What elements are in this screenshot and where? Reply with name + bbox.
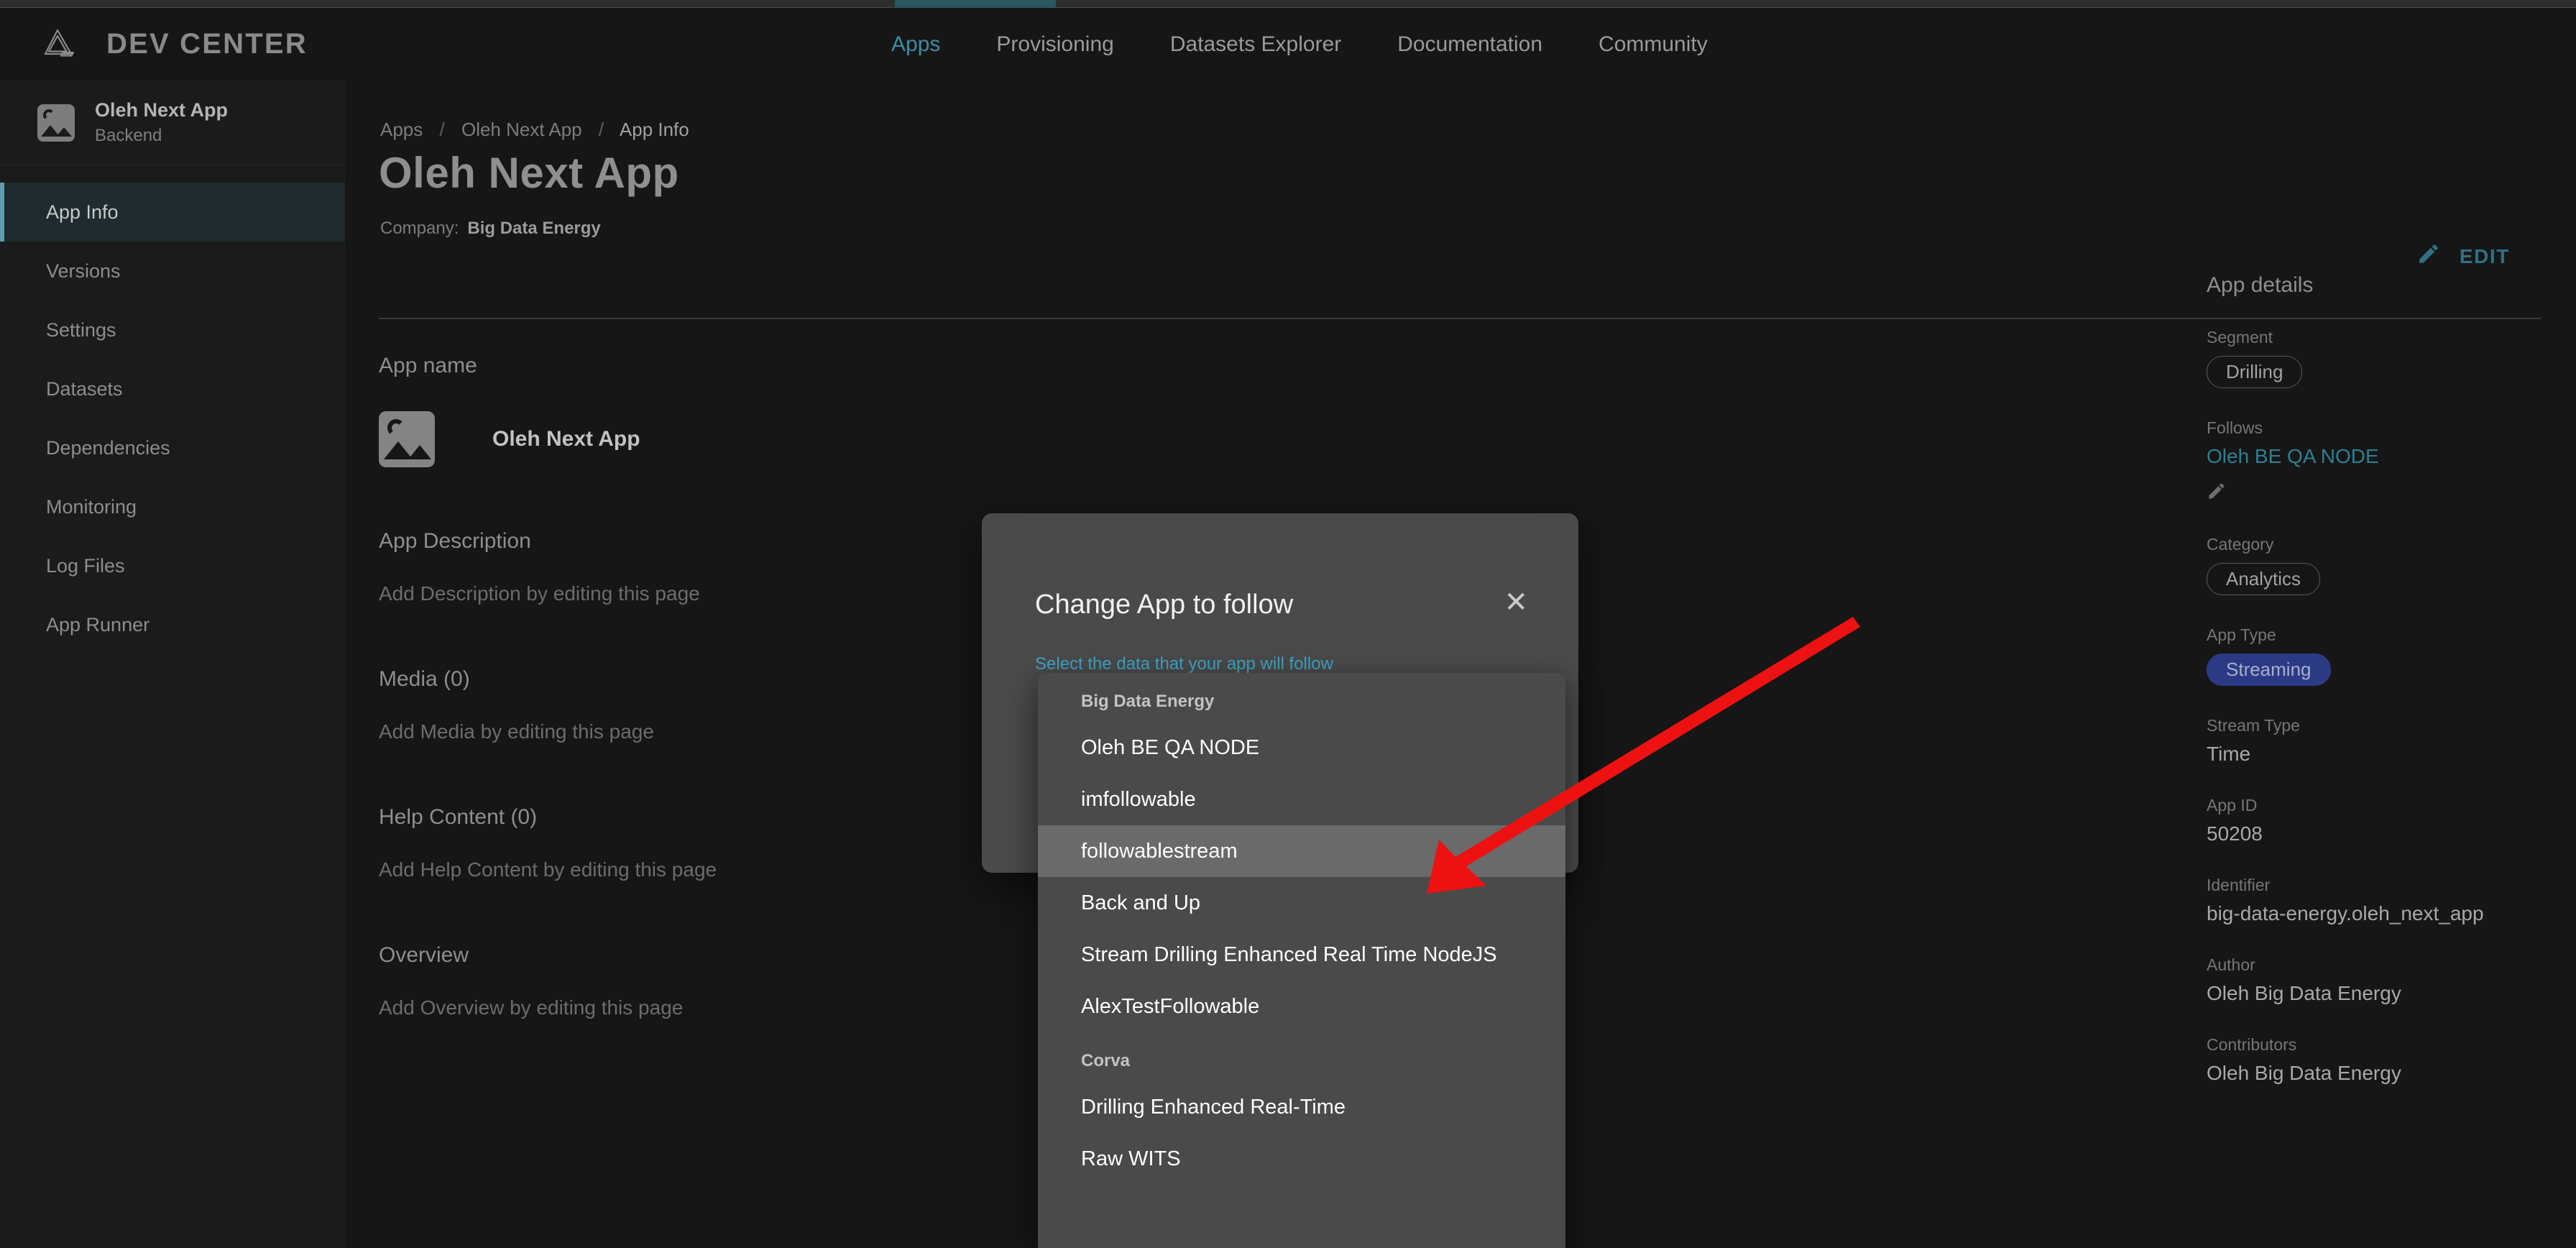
- company-line: Company: Big Data Energy: [380, 219, 601, 239]
- dropdown-item-back-and-up[interactable]: Back and Up: [1038, 877, 1565, 929]
- sidebar-nav: App Info Versions Settings Datasets Depe…: [0, 165, 345, 654]
- corva-triangle-logo-icon: [37, 24, 79, 65]
- sidebar-item-log-files[interactable]: Log Files: [0, 536, 345, 595]
- detail-follows: Follows Oleh BE QA NODE: [2207, 418, 2523, 505]
- app-type-chip: Streaming: [2207, 653, 2331, 686]
- detail-value: big-data-energy.oleh_next_app: [2207, 902, 2484, 924]
- pencil-icon[interactable]: [2207, 481, 2523, 505]
- dropdown-item-stream-drilling-enhanced-real-time-nodejs[interactable]: Stream Drilling Enhanced Real Time NodeJ…: [1038, 929, 1565, 981]
- topnav-item-apps[interactable]: Apps: [891, 32, 940, 57]
- sidebar-item-settings[interactable]: Settings: [0, 300, 345, 359]
- app-name-label: App name: [379, 354, 477, 377]
- sidebar: Oleh Next App Backend App Info Versions …: [0, 81, 345, 1248]
- detail-app-type: App Type Streaming: [2207, 625, 2523, 686]
- topnav-item-documentation[interactable]: Documentation: [1397, 32, 1542, 57]
- company-value: Big Data Energy: [467, 219, 601, 238]
- detail-label: Author: [2207, 955, 2255, 974]
- brand-title: DEV CENTER: [106, 28, 308, 60]
- segment-chip: Drilling: [2207, 356, 2303, 388]
- breadcrumb-item-app-info: App Info: [619, 119, 689, 140]
- detail-label: Stream Type: [2207, 716, 2300, 735]
- dropdown-group-label-corva: Corva: [1081, 1051, 1131, 1070]
- sidebar-item-label: Datasets: [46, 377, 123, 400]
- edit-button[interactable]: EDIT: [2416, 242, 2510, 271]
- topnav-item-provisioning[interactable]: Provisioning: [996, 32, 1113, 57]
- breadcrumb-separator: /: [598, 119, 604, 140]
- sidebar-item-label: App Info: [46, 201, 119, 223]
- company-label: Company:: [380, 219, 459, 238]
- detail-category: Category Analytics: [2207, 535, 2523, 595]
- breadcrumb-item-apps[interactable]: Apps: [380, 119, 423, 140]
- topnav-item-datasets-explorer[interactable]: Datasets Explorer: [1170, 32, 1341, 57]
- sidebar-item-label: Log Files: [46, 554, 125, 577]
- follow-app-dropdown-list[interactable]: Big Data Energy Oleh BE QA NODE imfollow…: [1038, 673, 1565, 1248]
- sidebar-item-label: Versions: [46, 260, 121, 282]
- detail-identifier: Identifier big-data-energy.oleh_next_app: [2207, 876, 2523, 925]
- top-header: DEV CENTER Apps Provisioning Datasets Ex…: [0, 8, 2576, 81]
- dropdown-group-label-big-data-energy: Big Data Energy: [1081, 692, 1215, 711]
- breadcrumb-item-oleh-next-app[interactable]: Oleh Next App: [461, 119, 582, 140]
- app-name-value: Oleh Next App: [492, 427, 640, 451]
- pencil-icon: [2416, 242, 2441, 271]
- sidebar-item-label: Settings: [46, 318, 116, 341]
- sidebar-item-label: Monitoring: [46, 495, 137, 518]
- app-root: DEV CENTER Apps Provisioning Datasets Ex…: [0, 0, 2576, 1248]
- detail-stream-type: Stream Type Time: [2207, 716, 2523, 766]
- sidebar-item-app-runner[interactable]: App Runner: [0, 595, 345, 654]
- dropdown-item-raw-wits[interactable]: Raw WITS: [1038, 1133, 1565, 1185]
- sidebar-app-subtitle: Backend: [95, 126, 162, 145]
- close-icon[interactable]: ✕: [1504, 588, 1528, 617]
- sidebar-app-header[interactable]: Oleh Next App Backend: [0, 81, 345, 165]
- brand[interactable]: DEV CENTER: [37, 24, 308, 65]
- detail-label: Segment: [2207, 328, 2273, 347]
- sidebar-item-dependencies[interactable]: Dependencies: [0, 418, 345, 477]
- breadcrumb: Apps / Oleh Next App / App Info: [380, 119, 689, 141]
- sidebar-app-name: Oleh Next App: [95, 99, 229, 121]
- detail-contributors: Contributors Oleh Big Data Energy: [2207, 1035, 2523, 1085]
- breadcrumb-separator: /: [439, 119, 445, 140]
- modal-title: Change App to follow: [1035, 589, 1294, 620]
- detail-app-id: App ID 50208: [2207, 796, 2523, 845]
- dropdown-item-alextestfollowable[interactable]: AlexTestFollowable: [1038, 981, 1565, 1032]
- page-title: Oleh Next App: [379, 149, 679, 197]
- category-chip: Analytics: [2207, 563, 2321, 595]
- detail-value: Oleh Big Data Energy: [2207, 1062, 2401, 1084]
- app-details-title: App details: [2207, 273, 2314, 297]
- detail-label: App ID: [2207, 796, 2258, 815]
- detail-label: App Type: [2207, 625, 2276, 644]
- detail-value: Time: [2207, 743, 2251, 765]
- image-placeholder-icon: [379, 411, 435, 467]
- sidebar-item-versions[interactable]: Versions: [0, 242, 345, 300]
- sidebar-item-datasets[interactable]: Datasets: [0, 359, 345, 418]
- browser-chrome-strip: [0, 0, 2576, 8]
- app-details-panel: App details Segment Drilling Follows Ole…: [2207, 273, 2523, 1085]
- top-navigation: Apps Provisioning Datasets Explorer Docu…: [891, 8, 1764, 81]
- dropdown-item-followablestream[interactable]: followablestream: [1038, 825, 1565, 877]
- dropdown-item-imfollowable[interactable]: imfollowable: [1038, 774, 1565, 825]
- sidebar-item-monitoring[interactable]: Monitoring: [0, 477, 345, 536]
- follows-link[interactable]: Oleh BE QA NODE: [2207, 445, 2523, 468]
- dropdown-item-drilling-enhanced-real-time[interactable]: Drilling Enhanced Real-Time: [1038, 1081, 1565, 1133]
- detail-label: Follows: [2207, 418, 2263, 437]
- detail-segment: Segment Drilling: [2207, 328, 2523, 388]
- image-placeholder-icon: [37, 104, 75, 142]
- detail-label: Category: [2207, 535, 2274, 554]
- detail-label: Identifier: [2207, 876, 2271, 894]
- dropdown-item-oleh-be-qa-node[interactable]: Oleh BE QA NODE: [1038, 722, 1565, 774]
- detail-label: Contributors: [2207, 1035, 2297, 1054]
- modal-subtitle: Select the data that your app will follo…: [1035, 654, 1333, 674]
- detail-value: 50208: [2207, 822, 2263, 845]
- sidebar-item-label: Dependencies: [46, 436, 170, 459]
- detail-author: Author Oleh Big Data Energy: [2207, 955, 2523, 1005]
- topnav-item-community[interactable]: Community: [1598, 32, 1708, 57]
- sidebar-item-app-info[interactable]: App Info: [0, 183, 345, 242]
- sidebar-item-label: App Runner: [46, 613, 150, 636]
- edit-button-label: EDIT: [2459, 244, 2510, 267]
- app-name-row: Oleh Next App: [379, 411, 1673, 467]
- detail-value: Oleh Big Data Energy: [2207, 982, 2401, 1004]
